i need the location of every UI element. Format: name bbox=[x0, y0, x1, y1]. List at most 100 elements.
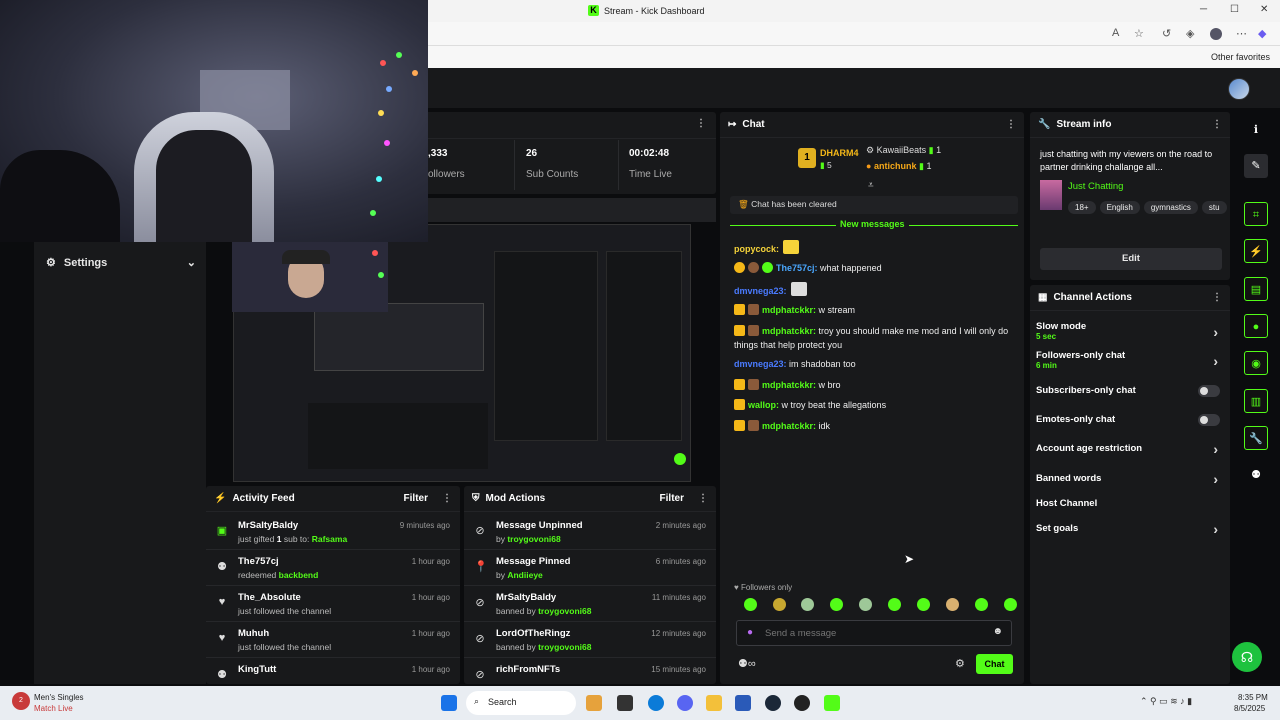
detail-moderator[interactable]: Andiieye bbox=[507, 570, 542, 580]
channel-action-emotes-only-chat[interactable]: Emotes-only chat bbox=[1036, 414, 1226, 426]
activity-filter-button[interactable]: Filter bbox=[404, 493, 428, 504]
mod-action-name[interactable]: Message Pinned bbox=[496, 556, 570, 567]
chat-username[interactable]: mdphatckkr: bbox=[762, 305, 816, 315]
mod-action-name[interactable]: LordOfTheRingz bbox=[496, 628, 570, 639]
activity-more-icon[interactable]: ⋮ bbox=[442, 493, 452, 504]
activity-user[interactable]: The_Absolute bbox=[238, 592, 301, 603]
chevron-down-icon[interactable]: ⌄ bbox=[187, 256, 196, 269]
help-headset-icon[interactable]: ☊ bbox=[1232, 642, 1262, 672]
edge-icon[interactable] bbox=[648, 695, 664, 711]
more-menu-icon[interactable]: ⋯ bbox=[1236, 27, 1247, 40]
mod-action-item[interactable]: ⊘ LordOfTheRingz banned by troygovoni68 12 … bbox=[464, 622, 716, 658]
github-icon[interactable] bbox=[794, 695, 810, 711]
emote-button[interactable] bbox=[888, 598, 901, 611]
emote-button[interactable] bbox=[1004, 598, 1017, 611]
toggle-switch[interactable] bbox=[1198, 385, 1220, 397]
widgets-app-icon[interactable] bbox=[586, 695, 602, 711]
favorite-star-icon[interactable]: ☆ bbox=[1134, 27, 1144, 40]
channel-action-account-age-restriction[interactable]: Account age restriction › bbox=[1036, 441, 1226, 457]
mic-icon[interactable]: ● bbox=[747, 627, 753, 638]
chat-input-box[interactable]: ● ☻ bbox=[736, 620, 1012, 646]
copilot-icon[interactable]: ◆ bbox=[1258, 27, 1266, 40]
mod-action-name[interactable]: MrSaltyBaldy bbox=[496, 592, 556, 603]
emote-button[interactable] bbox=[773, 598, 786, 611]
clock-time[interactable]: 8:35 PM bbox=[1238, 693, 1268, 702]
store-icon[interactable] bbox=[735, 695, 751, 711]
emote-button[interactable] bbox=[859, 598, 872, 611]
activity-item[interactable]: ▣ MrSaltyBaldy just gifted 1 sub to: Rafsa… bbox=[206, 514, 460, 550]
toggle-switch[interactable] bbox=[1198, 414, 1220, 426]
mod-more-icon[interactable]: ⋮ bbox=[698, 493, 708, 504]
chat-username[interactable]: dmvnega23: bbox=[734, 359, 787, 369]
channel-actions-more-icon[interactable]: ⋮ bbox=[1212, 292, 1222, 303]
chevron-right-icon[interactable]: › bbox=[1213, 521, 1218, 537]
category-name[interactable]: Just Chatting bbox=[1068, 181, 1123, 192]
mod-action-item[interactable]: 📍 Message Pinned by Andiieye 6 minutes ago bbox=[464, 550, 716, 586]
lightning-icon[interactable]: ⚡ bbox=[1244, 239, 1268, 263]
kick-points-icon[interactable]: ⚉ bbox=[1244, 463, 1268, 487]
chat-settings-icon[interactable]: ⚙ bbox=[955, 657, 965, 670]
user-avatar[interactable] bbox=[1228, 78, 1250, 100]
chat-username[interactable]: mdphatckkr: bbox=[762, 380, 816, 390]
edit-button[interactable]: Edit bbox=[1040, 248, 1222, 270]
document-icon[interactable]: ▤ bbox=[1244, 277, 1268, 301]
detail-moderator[interactable]: troygovoni68 bbox=[507, 534, 560, 544]
chat-username[interactable]: wallop: bbox=[748, 400, 779, 410]
close-icon[interactable]: ✕ bbox=[1260, 4, 1268, 15]
history-icon[interactable]: ↺ bbox=[1162, 27, 1171, 40]
wrench-icon[interactable]: 🔧 bbox=[1244, 426, 1268, 450]
channel-action-banned-words[interactable]: Banned words › bbox=[1036, 471, 1226, 487]
detail-moderator[interactable]: troygovoni68 bbox=[538, 606, 591, 616]
activity-item[interactable]: ⚉ The757cj redeemed backbend 1 hour ago bbox=[206, 550, 460, 586]
chat-username[interactable]: mdphatckkr: bbox=[762, 421, 816, 431]
activity-item[interactable]: ♥ The_Absolute just followed the channel 1 … bbox=[206, 586, 460, 622]
focus-icon[interactable]: ⌗ bbox=[1244, 202, 1268, 226]
activity-user[interactable]: KingTutt bbox=[238, 664, 276, 675]
chevron-right-icon[interactable]: › bbox=[1213, 441, 1218, 457]
mod-action-item[interactable]: ⊘ Message Unpinned by troygovoni68 2 minute… bbox=[464, 514, 716, 550]
mod-action-item[interactable]: ⊘ MrSaltyBaldy banned by troygovoni68 11 mi… bbox=[464, 586, 716, 622]
chat-username[interactable]: dmvnega23: bbox=[734, 286, 787, 296]
mod-action-name[interactable]: richFromNFTs bbox=[496, 664, 560, 675]
detail-moderator[interactable]: troygovoni68 bbox=[538, 642, 591, 652]
channel-action-subscribers-only-chat[interactable]: Subscribers-only chat bbox=[1036, 385, 1226, 397]
stats-more-icon[interactable]: ⋮ bbox=[696, 118, 706, 129]
chat-username[interactable]: popycock: bbox=[734, 244, 779, 254]
tray-icons[interactable]: ⌃ ⚲ ▭ ≋ ♪ ▮ bbox=[1140, 696, 1192, 707]
maximize-icon[interactable]: ☐ bbox=[1230, 4, 1239, 15]
stream-info-more-icon[interactable]: ⋮ bbox=[1212, 119, 1222, 130]
chevron-right-icon[interactable]: › bbox=[1213, 324, 1218, 340]
profile-avatar[interactable] bbox=[1210, 28, 1222, 40]
send-chat-button[interactable]: Chat bbox=[976, 654, 1013, 674]
emote-button[interactable] bbox=[917, 598, 930, 611]
activity-item[interactable]: ♥ Muhuh just followed the channel 1 hour ag… bbox=[206, 622, 460, 658]
emote-button[interactable] bbox=[975, 598, 988, 611]
taskview-icon[interactable] bbox=[617, 695, 633, 711]
emoji-icon[interactable]: ☻ bbox=[992, 626, 1003, 637]
other-favorites[interactable]: Other favorites bbox=[1211, 52, 1270, 62]
emote-button[interactable] bbox=[946, 598, 959, 611]
emote-button[interactable] bbox=[744, 598, 757, 611]
activity-user[interactable]: Muhuh bbox=[238, 628, 269, 639]
leader-second[interactable]: ⚙ KawaiiBeats ▮ 1 bbox=[866, 145, 941, 156]
layout-icon[interactable]: ▥ bbox=[1244, 389, 1268, 413]
start-icon[interactable] bbox=[441, 695, 457, 711]
kick-app-icon[interactable] bbox=[824, 695, 840, 711]
leader-third[interactable]: ● antichunk ▮ 1 bbox=[866, 161, 931, 172]
channel-action-followers-only-chat[interactable]: Followers-only chat 6 min › bbox=[1036, 350, 1226, 370]
chevron-right-icon[interactable]: › bbox=[1213, 471, 1218, 487]
read-aloud-icon[interactable]: A bbox=[1112, 27, 1119, 39]
discord-icon[interactable] bbox=[677, 695, 693, 711]
file-explorer-icon[interactable] bbox=[706, 695, 722, 711]
activity-user[interactable]: MrSaltyBaldy bbox=[238, 520, 298, 531]
settings-header[interactable]: ⚙ Settings ⌄ bbox=[46, 256, 196, 270]
channel-action-set-goals[interactable]: Set goals › bbox=[1036, 521, 1226, 537]
broadcast-icon[interactable]: ◉ bbox=[1244, 351, 1268, 375]
detail-target[interactable]: Rafsama bbox=[312, 534, 347, 544]
points-icon[interactable]: ⚉∞ bbox=[738, 657, 756, 670]
collapse-icon[interactable]: ⩡ bbox=[868, 180, 874, 191]
steam-icon[interactable] bbox=[765, 695, 781, 711]
shield-icon[interactable]: ◈ bbox=[1186, 27, 1194, 40]
chat-username[interactable]: The757cj: bbox=[776, 263, 818, 273]
widget-title[interactable]: Men's Singles bbox=[34, 693, 84, 702]
